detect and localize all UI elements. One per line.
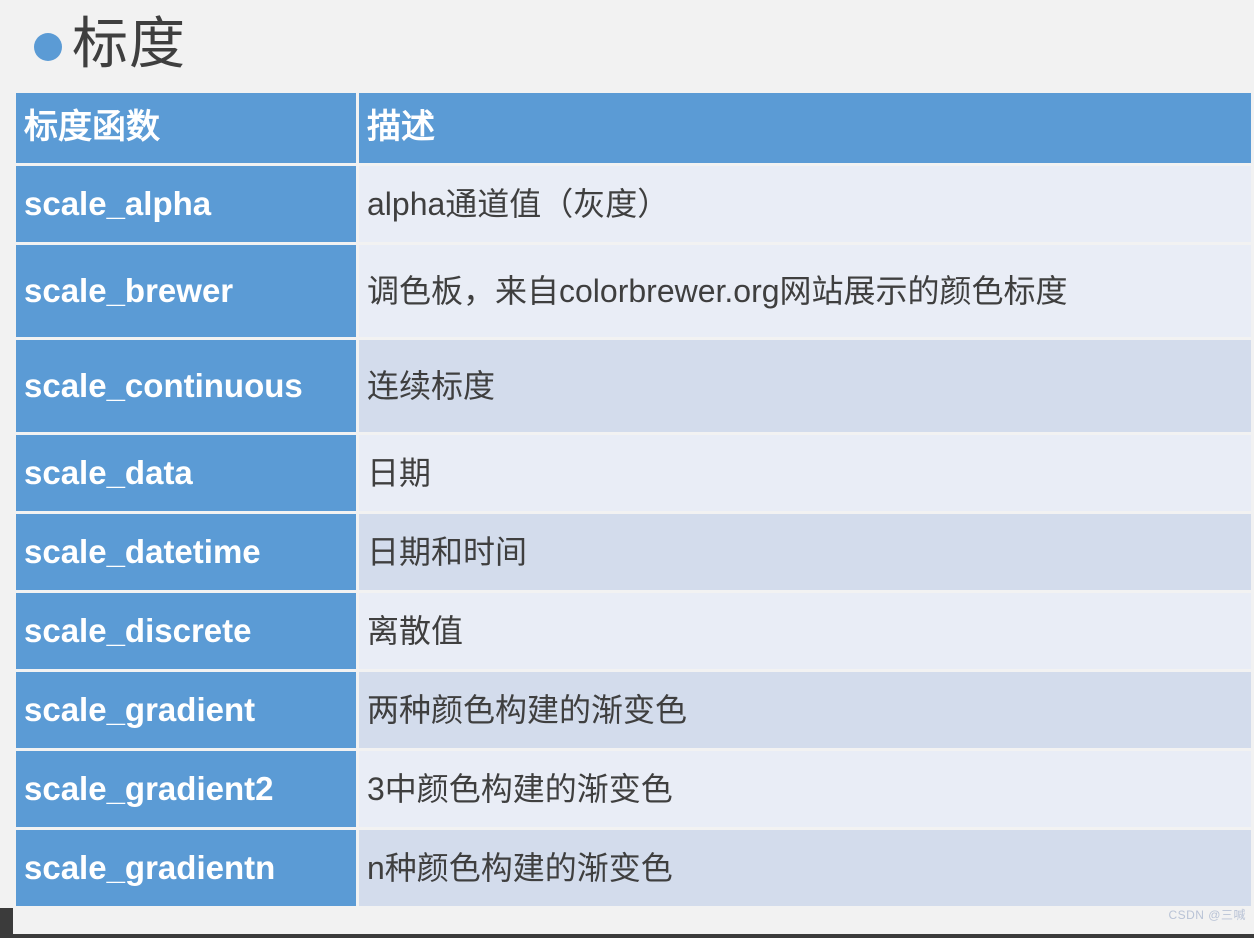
slide-title-block: 标度 xyxy=(0,0,1254,88)
cell-function-name: scale_gradient xyxy=(16,672,356,748)
table-row: scale_discrete 离散值 xyxy=(16,593,1251,669)
bottom-divider xyxy=(0,934,1254,938)
table-header-row: 标度函数 描述 xyxy=(16,93,1251,163)
cell-function-name: scale_gradientn xyxy=(16,830,356,906)
table-row: scale_continuous 连续标度 xyxy=(16,340,1251,432)
cell-description: 3中颜色构建的渐变色 xyxy=(359,751,1251,827)
cell-description: 调色板，来自colorbrewer.org网站展示的颜色标度 xyxy=(359,245,1251,337)
cell-function-name: scale_data xyxy=(16,435,356,511)
cell-description: 日期和时间 xyxy=(359,514,1251,590)
scale-functions-table: 标度函数 描述 scale_alpha alpha通道值（灰度） scale_bre… xyxy=(13,90,1254,909)
table-row: scale_data 日期 xyxy=(16,435,1251,511)
table-row: scale_alpha alpha通道值（灰度） xyxy=(16,166,1251,242)
cell-function-name: scale_alpha xyxy=(16,166,356,242)
column-header-description: 描述 xyxy=(359,93,1251,163)
table-row: scale_gradient 两种颜色构建的渐变色 xyxy=(16,672,1251,748)
cell-description: n种颜色构建的渐变色 xyxy=(359,830,1251,906)
table-body: scale_alpha alpha通道值（灰度） scale_brewer 调色板，来… xyxy=(16,166,1251,906)
table-row: scale_gradient2 3中颜色构建的渐变色 xyxy=(16,751,1251,827)
cell-function-name: scale_datetime xyxy=(16,514,356,590)
cell-description: 两种颜色构建的渐变色 xyxy=(359,672,1251,748)
filled-circle-bullet-icon xyxy=(34,33,62,61)
table-row: scale_datetime 日期和时间 xyxy=(16,514,1251,590)
table-row: scale_brewer 调色板，来自colorbrewer.org网站展示的颜色… xyxy=(16,245,1251,337)
cell-function-name: scale_discrete xyxy=(16,593,356,669)
cell-function-name: scale_brewer xyxy=(16,245,356,337)
cell-description: alpha通道值（灰度） xyxy=(359,166,1251,242)
table-row: scale_gradientn n种颜色构建的渐变色 xyxy=(16,830,1251,906)
cell-description: 离散值 xyxy=(359,593,1251,669)
table-header: 标度函数 描述 xyxy=(16,93,1251,163)
page-title: 标度 xyxy=(72,12,186,75)
cell-description: 连续标度 xyxy=(359,340,1251,432)
cell-description: 日期 xyxy=(359,435,1251,511)
cell-function-name: scale_gradient2 xyxy=(16,751,356,827)
column-header-function: 标度函数 xyxy=(16,93,356,163)
cell-function-name: scale_continuous xyxy=(16,340,356,432)
csdn-watermark: CSDN @三喊 xyxy=(1168,908,1246,922)
